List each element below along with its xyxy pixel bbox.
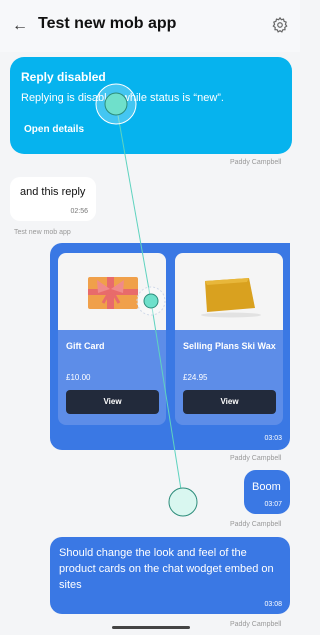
touch-end-icon xyxy=(168,487,198,517)
touch-gesture-overlay xyxy=(95,83,198,517)
